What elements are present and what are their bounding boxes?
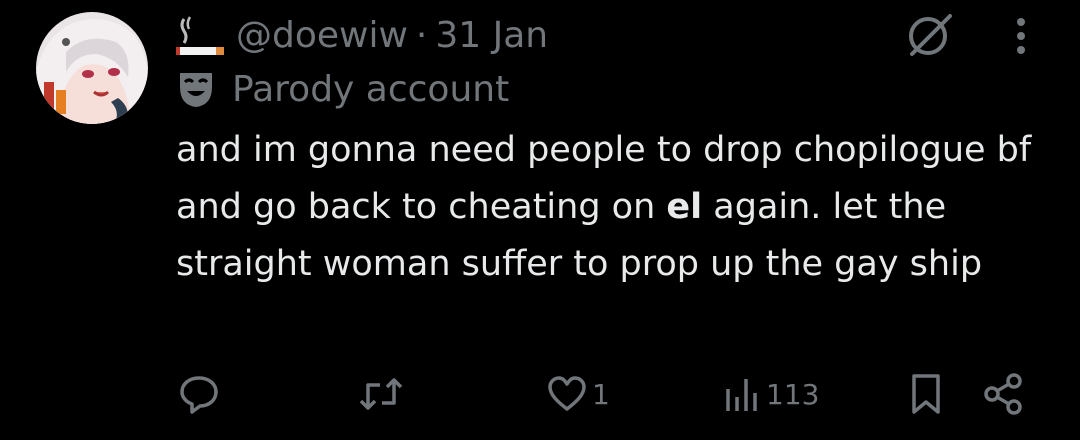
repost-icon [359, 378, 403, 410]
action-bar: 1 113 [0, 370, 1080, 418]
reply-icon [180, 376, 218, 414]
like-count: 1 [592, 377, 610, 411]
parody-account-label: Parody account [232, 68, 510, 110]
like-icon [548, 376, 586, 411]
cigarette-icon [176, 16, 224, 55]
post-date[interactable]: 31 Jan [435, 15, 548, 56]
grok-icon[interactable] [902, 10, 956, 60]
share-icon [984, 373, 1022, 415]
author-handle[interactable]: @doewiw [236, 15, 408, 56]
post-text: and im gonna need people to drop chopilo… [176, 122, 1036, 293]
reply-button[interactable] [178, 370, 224, 418]
post-text-mention[interactable]: el [666, 187, 702, 227]
like-button[interactable]: 1 [546, 370, 610, 418]
share-button[interactable] [982, 370, 1026, 418]
views-count: 113 [766, 377, 820, 411]
post-header: @doewiw · 31 Jan [176, 12, 548, 58]
bookmark-button[interactable] [906, 370, 946, 418]
separator-dot: · [415, 14, 428, 56]
repost-button[interactable] [358, 370, 408, 418]
parody-mask-icon [180, 73, 212, 107]
parody-label-row: Parody account [176, 66, 509, 112]
more-icon[interactable] [1006, 14, 1036, 58]
bookmark-icon [912, 374, 940, 414]
views-button[interactable]: 113 [722, 370, 819, 418]
views-icon [726, 379, 757, 411]
post-card[interactable]: @doewiw · 31 Jan Parody account and im g… [0, 0, 1080, 440]
avatar[interactable] [36, 12, 148, 124]
